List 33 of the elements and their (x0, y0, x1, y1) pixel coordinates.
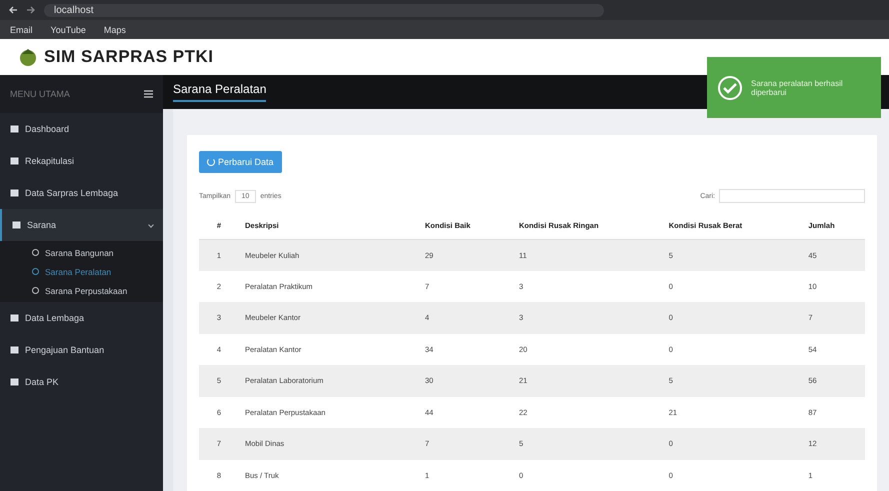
sidebar-item[interactable]: Pengajuan Bantuan (0, 334, 163, 366)
address-bar[interactable]: localhost (44, 4, 604, 16)
sidebar-item[interactable]: Data PK (0, 366, 163, 398)
menu-item-icon (10, 314, 19, 322)
menu-item-icon (10, 125, 19, 133)
menu-item-icon (10, 378, 19, 386)
submenu-item[interactable]: Sarana Peralatan (0, 262, 163, 281)
sidebar-item[interactable]: Rekapitulasi (0, 145, 163, 177)
back-icon[interactable] (8, 5, 18, 15)
sidebar-heading: MENU UTAMA (10, 89, 70, 99)
submenu-item[interactable]: Sarana Perpustakaan (0, 281, 163, 300)
menu-item-icon (10, 189, 19, 197)
caret-icon (148, 222, 154, 228)
app-title: SIM SARPRAS PTKI (44, 47, 214, 67)
menu-icon[interactable] (144, 90, 153, 98)
bookmark-link[interactable]: Maps (104, 24, 126, 34)
sidebar-item[interactable]: Data Lembaga (0, 302, 163, 334)
refresh-icon (207, 158, 215, 166)
sidebar-item[interactable]: Data Sarpras Lembaga (0, 177, 163, 209)
forward-icon[interactable] (26, 5, 36, 15)
logo-icon (18, 47, 38, 67)
toast-message: Sarana peralatan berhasil diperbarui (751, 78, 844, 96)
page-title: Sarana Peralatan (173, 82, 266, 102)
menu-item-icon (10, 157, 19, 165)
menu-item-icon (12, 221, 21, 229)
sidebar-item[interactable]: Sarana (0, 209, 163, 241)
search-field[interactable] (719, 189, 865, 203)
sidebar-item[interactable]: Dashboard (0, 113, 163, 145)
menu-item-icon (10, 346, 19, 354)
bookmark-link[interactable]: Email (10, 24, 33, 34)
submenu-item[interactable]: Sarana Bangunan (0, 243, 163, 262)
bookmark-link[interactable]: YouTube (50, 24, 86, 34)
check-icon (717, 74, 743, 100)
